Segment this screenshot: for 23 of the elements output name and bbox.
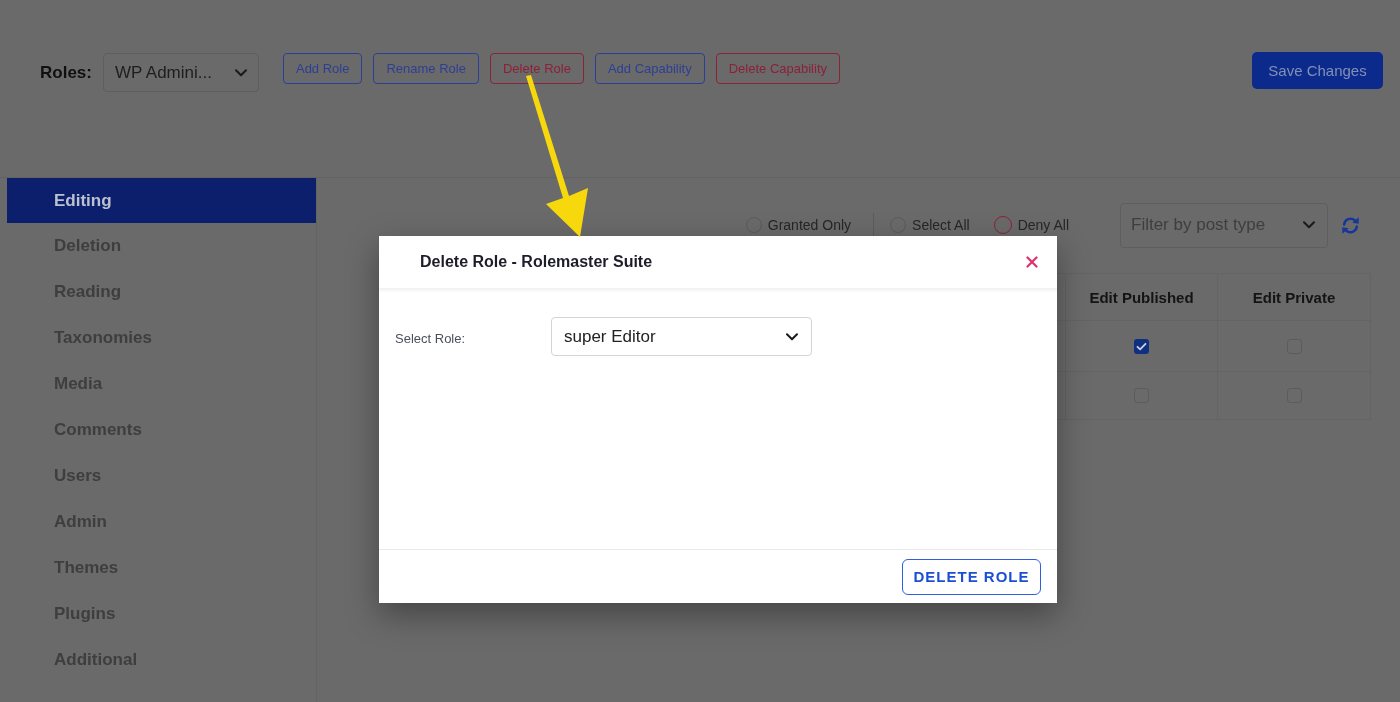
sidebar-item[interactable]: Editing (7, 178, 316, 223)
save-changes-button[interactable]: Save Changes (1252, 52, 1383, 89)
toolbar-button[interactable]: Add Capability (594, 53, 705, 84)
close-icon[interactable] (1026, 256, 1038, 268)
delete-role-button[interactable]: DELETE ROLE (902, 558, 1041, 595)
checkbox[interactable] (1134, 338, 1149, 354)
toolbar-button[interactable]: Rename Role (373, 53, 479, 84)
chevron-down-icon (234, 68, 247, 77)
chevron-down-icon (786, 332, 798, 341)
field-label: Select Role: (395, 331, 467, 346)
radio-label: Select All (912, 217, 970, 233)
roles-label: Roles: (40, 63, 92, 83)
role-select[interactable]: WP Admini... (102, 53, 259, 92)
toolbar-button[interactable]: Delete Capability (715, 53, 840, 84)
radio-label: Granted Only (767, 217, 852, 233)
dialog-title: Delete Role - Rolemaster Suite (420, 253, 653, 271)
column-header: Edit Private (1252, 288, 1336, 306)
column-header: Edit Published (1089, 288, 1194, 306)
radio-label: Deny All (1017, 217, 1069, 233)
refresh-icon[interactable] (1341, 215, 1360, 235)
chevron-down-icon (1303, 221, 1315, 229)
toolbar-button[interactable]: Add Role (282, 53, 363, 84)
role-select[interactable]: super Editor (551, 317, 812, 356)
